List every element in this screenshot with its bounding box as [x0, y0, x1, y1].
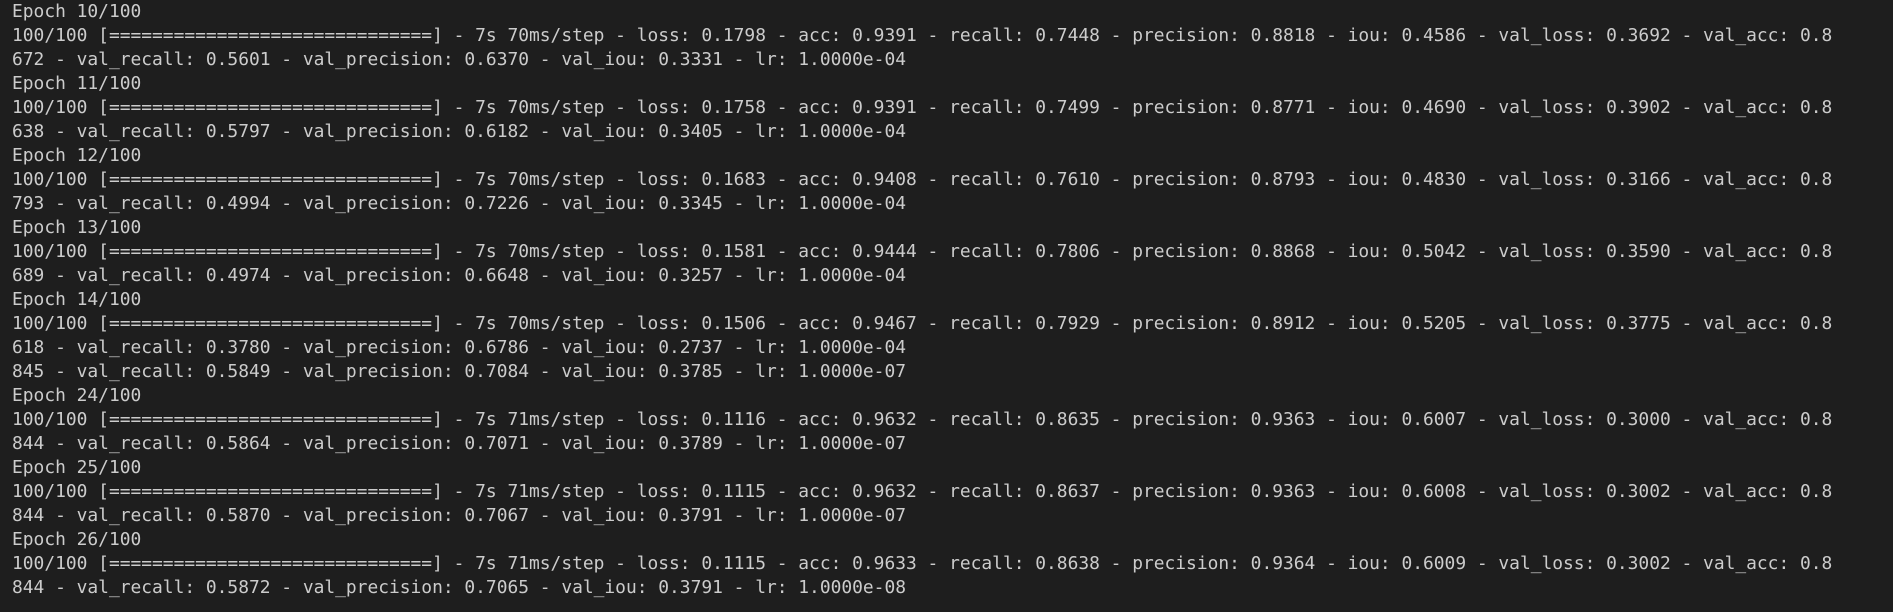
terminal-line-epoch-header: Epoch 24/100: [12, 385, 142, 406]
terminal-line-metrics: 845 - val_recall: 0.5849 - val_precision…: [12, 361, 906, 382]
terminal-line-progress: 100/100 [==============================]…: [12, 481, 1833, 502]
terminal-line-epoch-header: Epoch 13/100: [12, 217, 142, 238]
terminal-line-progress: 100/100 [==============================]…: [12, 97, 1833, 118]
terminal-line-progress: 100/100 [==============================]…: [12, 169, 1833, 190]
terminal-line-progress: 100/100 [==============================]…: [12, 25, 1833, 46]
terminal-line-epoch-header: Epoch 14/100: [12, 289, 142, 310]
terminal-line-metrics: 844 - val_recall: 0.5864 - val_precision…: [12, 433, 906, 454]
terminal-line-metrics: 844 - val_recall: 0.5870 - val_precision…: [12, 505, 906, 526]
terminal-line-metrics: 844 - val_recall: 0.5872 - val_precision…: [12, 577, 906, 598]
terminal-line-metrics: 793 - val_recall: 0.4994 - val_precision…: [12, 193, 906, 214]
terminal-output[interactable]: Epoch 10/100 100/100 [==================…: [0, 0, 1893, 612]
terminal-line-epoch-header: Epoch 10/100: [12, 1, 142, 22]
terminal-line-metrics: 672 - val_recall: 0.5601 - val_precision…: [12, 49, 906, 70]
terminal-line-metrics: 689 - val_recall: 0.4974 - val_precision…: [12, 265, 906, 286]
terminal-line-progress: 100/100 [==============================]…: [12, 241, 1833, 262]
terminal-line-progress: 100/100 [==============================]…: [12, 553, 1833, 574]
terminal-line-epoch-header: Epoch 12/100: [12, 145, 142, 166]
terminal-line-epoch-header: Epoch 25/100: [12, 457, 142, 478]
terminal-line-metrics: 618 - val_recall: 0.3780 - val_precision…: [12, 337, 906, 358]
terminal-line-epoch-header: Epoch 26/100: [12, 529, 142, 550]
terminal-line-epoch-header: Epoch 11/100: [12, 73, 142, 94]
terminal-line-progress: 100/100 [==============================]…: [12, 313, 1833, 334]
terminal-line-progress: 100/100 [==============================]…: [12, 409, 1833, 430]
terminal-line-metrics: 638 - val_recall: 0.5797 - val_precision…: [12, 121, 906, 142]
terminal-scrollbar[interactable]: [1879, 0, 1893, 612]
